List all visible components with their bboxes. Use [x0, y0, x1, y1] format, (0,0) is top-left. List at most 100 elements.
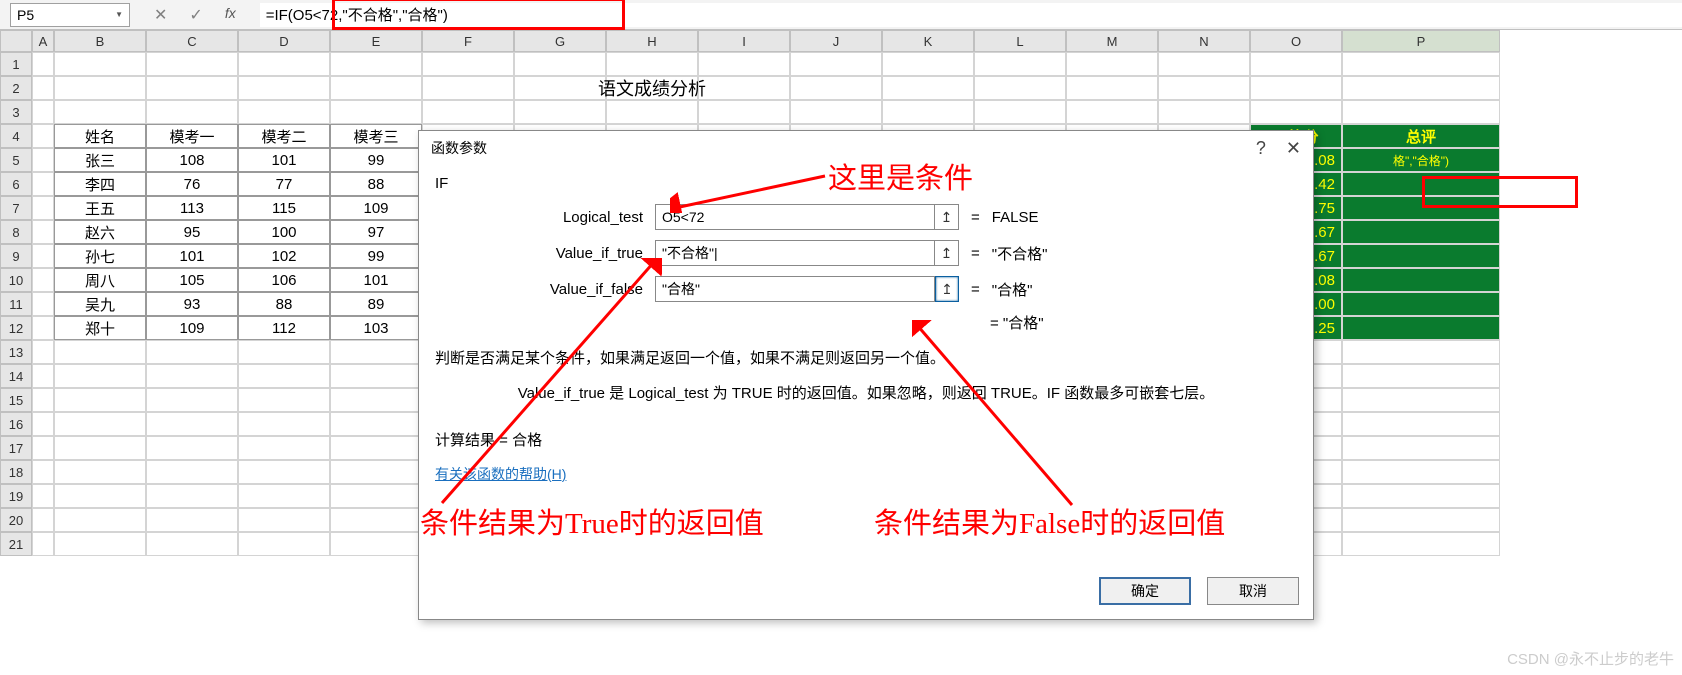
cell-C10[interactable]: 105	[146, 268, 238, 292]
cell-K2[interactable]	[882, 76, 974, 100]
cell-A8[interactable]	[32, 220, 54, 244]
cell-B18[interactable]	[54, 460, 146, 484]
cell-B19[interactable]	[54, 484, 146, 508]
cell-D16[interactable]	[238, 412, 330, 436]
col-header-G[interactable]: G	[514, 30, 606, 52]
fx-icon[interactable]: fx	[225, 5, 236, 25]
cell-B7[interactable]: 王五	[54, 196, 146, 220]
col-header-H[interactable]: H	[606, 30, 698, 52]
cell-C20[interactable]	[146, 508, 238, 532]
cell-P21[interactable]	[1342, 532, 1500, 556]
cell-C4[interactable]: 模考一	[146, 124, 238, 148]
cell-F1[interactable]	[422, 52, 514, 76]
cell-A17[interactable]	[32, 436, 54, 460]
cell-E18[interactable]	[330, 460, 422, 484]
cancel-icon[interactable]: ✕	[154, 5, 167, 25]
cell-C19[interactable]	[146, 484, 238, 508]
cell-A2[interactable]	[32, 76, 54, 100]
cell-B5[interactable]: 张三	[54, 148, 146, 172]
cell-C17[interactable]	[146, 436, 238, 460]
cell-C18[interactable]	[146, 460, 238, 484]
cell-D17[interactable]	[238, 436, 330, 460]
cell-D18[interactable]	[238, 460, 330, 484]
cell-C11[interactable]: 93	[146, 292, 238, 316]
arg-input-Value_if_false[interactable]	[655, 276, 935, 302]
range-picker-icon[interactable]: ↥	[935, 204, 959, 230]
cell-P12[interactable]	[1342, 316, 1500, 340]
col-header-B[interactable]: B	[54, 30, 146, 52]
cell-E2[interactable]	[330, 76, 422, 100]
row-header-14[interactable]: 14	[0, 364, 32, 388]
cell-M1[interactable]	[1066, 52, 1158, 76]
row-header-20[interactable]: 20	[0, 508, 32, 532]
cell-A14[interactable]	[32, 364, 54, 388]
cell-A20[interactable]	[32, 508, 54, 532]
cell-P5[interactable]: 格","合格")	[1342, 148, 1500, 172]
row-header-15[interactable]: 15	[0, 388, 32, 412]
cell-P8[interactable]	[1342, 220, 1500, 244]
cell-P4[interactable]: 总评	[1342, 124, 1500, 148]
dialog-close-icon[interactable]: ✕	[1286, 138, 1301, 159]
cell-D4[interactable]: 模考二	[238, 124, 330, 148]
row-header-4[interactable]: 4	[0, 124, 32, 148]
cell-H3[interactable]	[606, 100, 698, 124]
cell-P14[interactable]	[1342, 364, 1500, 388]
cell-A18[interactable]	[32, 460, 54, 484]
cell-I2[interactable]	[698, 76, 790, 100]
col-header-K[interactable]: K	[882, 30, 974, 52]
cell-B15[interactable]	[54, 388, 146, 412]
row-header-6[interactable]: 6	[0, 172, 32, 196]
cell-G2[interactable]	[514, 76, 606, 100]
cell-E19[interactable]	[330, 484, 422, 508]
cell-C7[interactable]: 113	[146, 196, 238, 220]
cell-B10[interactable]: 周八	[54, 268, 146, 292]
row-header-13[interactable]: 13	[0, 340, 32, 364]
cell-B21[interactable]	[54, 532, 146, 556]
col-header-P[interactable]: P	[1342, 30, 1500, 52]
cell-O3[interactable]	[1250, 100, 1342, 124]
row-header-3[interactable]: 3	[0, 100, 32, 124]
col-header-M[interactable]: M	[1066, 30, 1158, 52]
row-header-19[interactable]: 19	[0, 484, 32, 508]
cell-P13[interactable]	[1342, 340, 1500, 364]
cell-B12[interactable]: 郑十	[54, 316, 146, 340]
cell-D5[interactable]: 101	[238, 148, 330, 172]
dialog-help-icon[interactable]: ?	[1256, 138, 1266, 159]
cell-D1[interactable]	[238, 52, 330, 76]
cell-C12[interactable]: 109	[146, 316, 238, 340]
col-header-E[interactable]: E	[330, 30, 422, 52]
cell-D15[interactable]	[238, 388, 330, 412]
select-all-corner[interactable]	[0, 30, 32, 52]
cell-M3[interactable]	[1066, 100, 1158, 124]
cell-E6[interactable]: 88	[330, 172, 422, 196]
cell-A5[interactable]	[32, 148, 54, 172]
cell-B11[interactable]: 吴九	[54, 292, 146, 316]
cell-N1[interactable]	[1158, 52, 1250, 76]
cell-E14[interactable]	[330, 364, 422, 388]
col-header-N[interactable]: N	[1158, 30, 1250, 52]
cell-E13[interactable]	[330, 340, 422, 364]
cell-P15[interactable]	[1342, 388, 1500, 412]
col-header-C[interactable]: C	[146, 30, 238, 52]
cell-E12[interactable]: 103	[330, 316, 422, 340]
cell-E9[interactable]: 99	[330, 244, 422, 268]
arg-input-Value_if_true[interactable]	[655, 240, 935, 266]
cell-L3[interactable]	[974, 100, 1066, 124]
cell-N2[interactable]	[1158, 76, 1250, 100]
col-header-F[interactable]: F	[422, 30, 514, 52]
cell-E5[interactable]: 99	[330, 148, 422, 172]
cell-E10[interactable]: 101	[330, 268, 422, 292]
cell-D19[interactable]	[238, 484, 330, 508]
cell-P20[interactable]	[1342, 508, 1500, 532]
row-header-9[interactable]: 9	[0, 244, 32, 268]
cell-J2[interactable]	[790, 76, 882, 100]
cell-D14[interactable]	[238, 364, 330, 388]
cell-B4[interactable]: 姓名	[54, 124, 146, 148]
cell-D9[interactable]: 102	[238, 244, 330, 268]
col-header-L[interactable]: L	[974, 30, 1066, 52]
row-header-5[interactable]: 5	[0, 148, 32, 172]
cell-P19[interactable]	[1342, 484, 1500, 508]
cell-K1[interactable]	[882, 52, 974, 76]
name-box[interactable]: P5 ▼	[10, 3, 130, 27]
cell-C16[interactable]	[146, 412, 238, 436]
